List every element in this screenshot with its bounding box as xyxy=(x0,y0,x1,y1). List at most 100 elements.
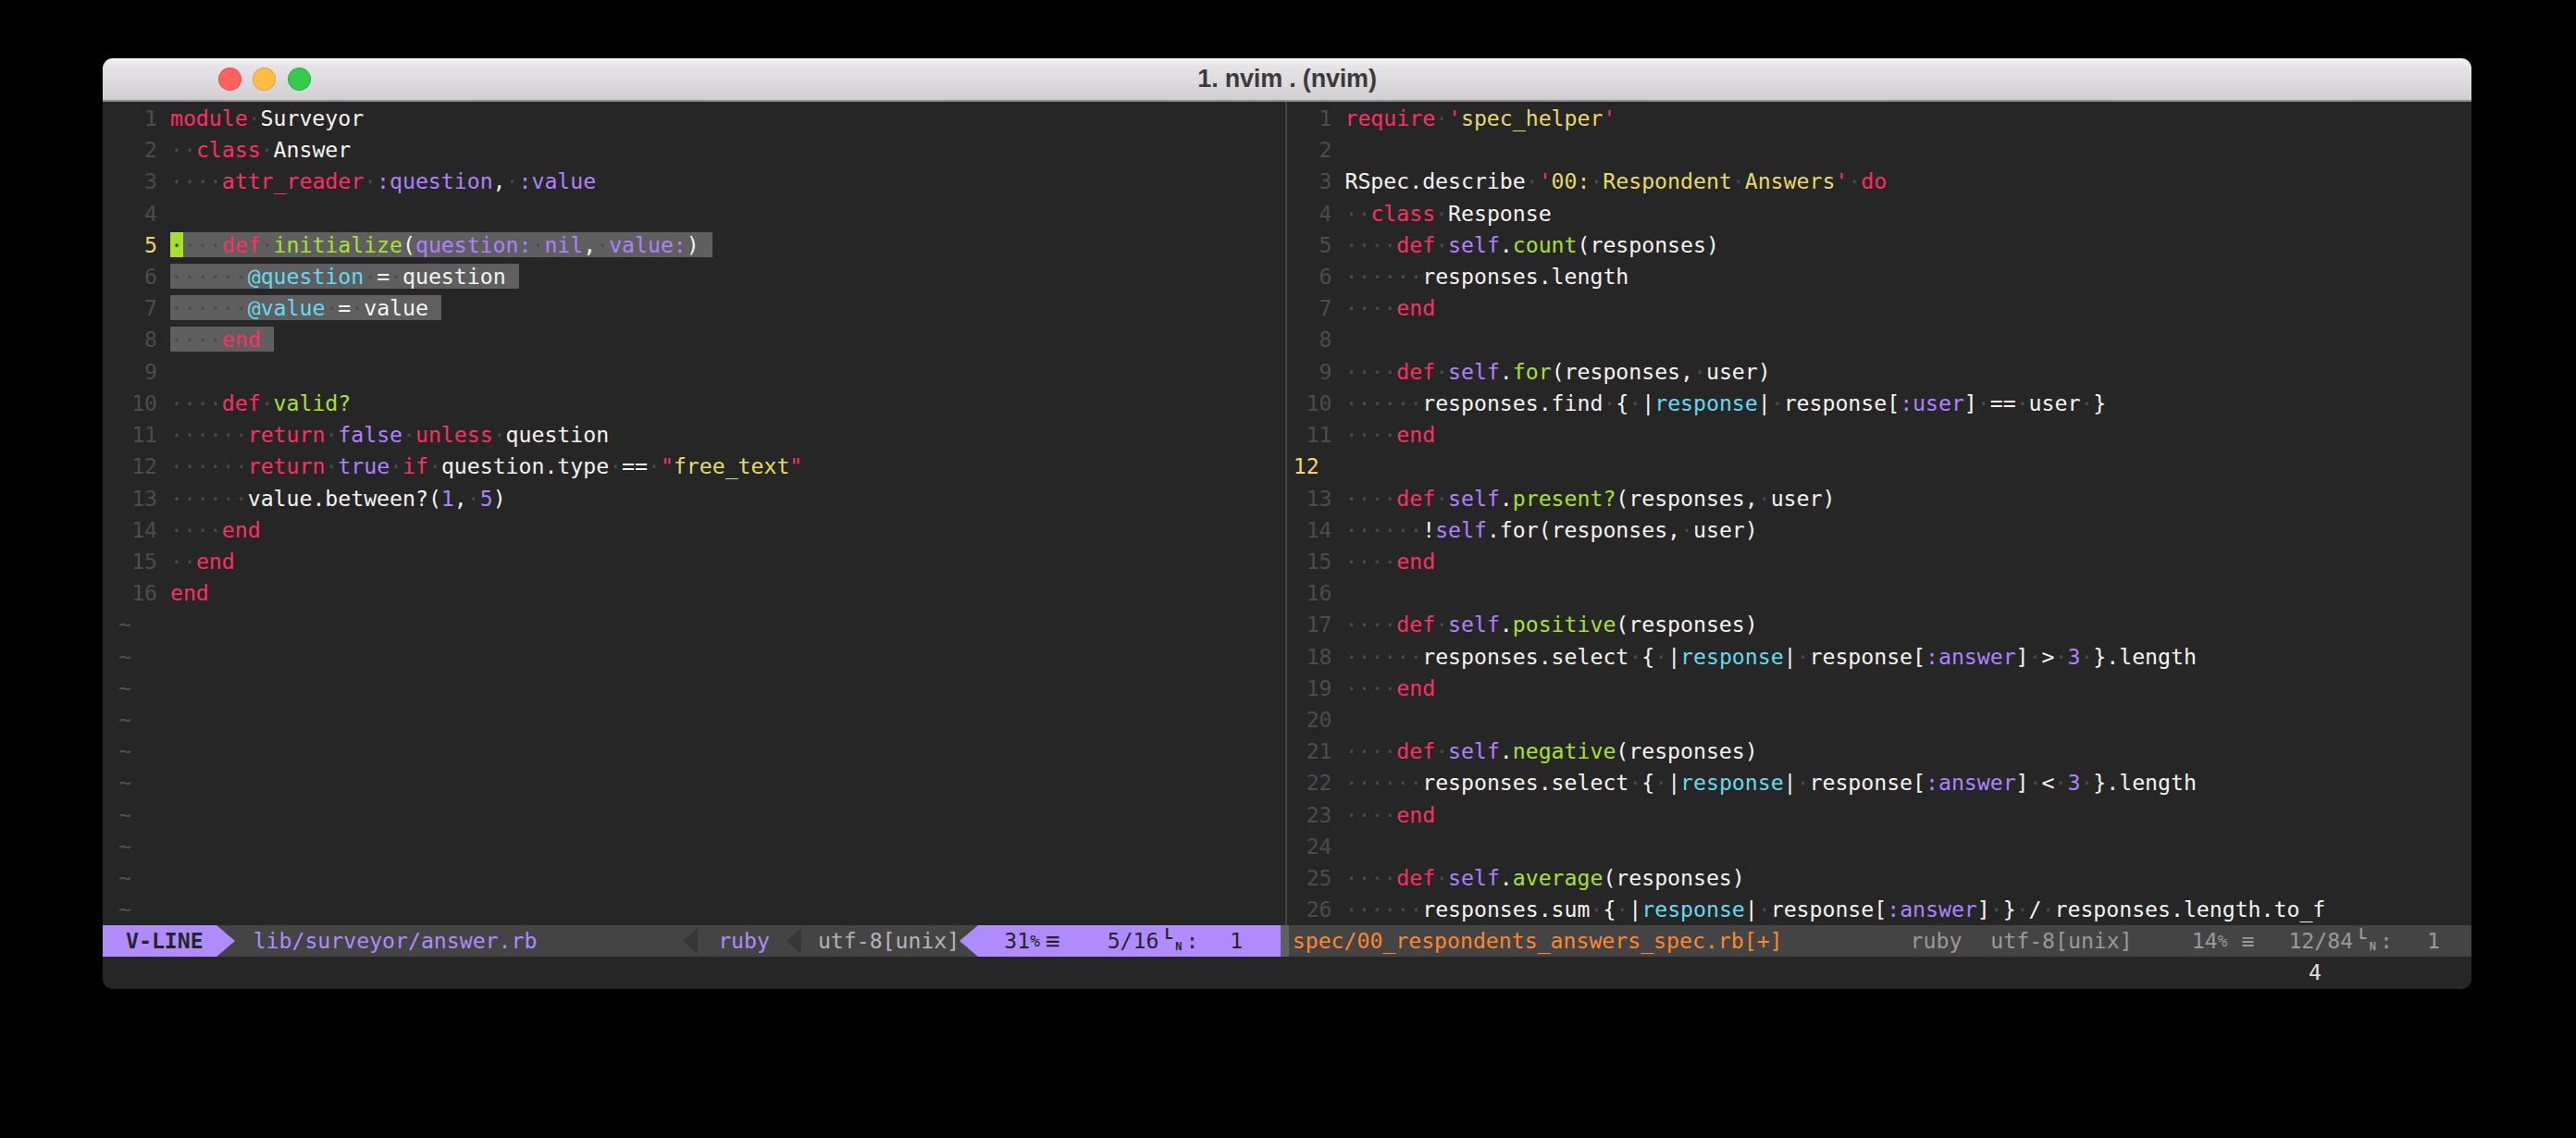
code-line: 5 ····def·initialize(question:·nil,·valu… xyxy=(118,229,712,261)
code-line: 8 xyxy=(1294,324,1345,355)
line-number: 23 xyxy=(1294,799,1345,831)
cursor: · xyxy=(170,232,183,257)
line-number: 12 xyxy=(118,451,170,482)
line-number: 11 xyxy=(1294,419,1345,451)
close-button[interactable] xyxy=(218,68,242,91)
code-line: 13 ······value.between?(1,·5) xyxy=(118,483,505,514)
line-number: 4 xyxy=(118,198,170,229)
statusline-filename-right: spec/00_respondents_answers_spec.rb[+] xyxy=(1293,925,1783,957)
code-line: 16 end xyxy=(118,577,209,609)
empty-buffer-line: ~ xyxy=(118,641,131,673)
column-number: 1 xyxy=(1230,925,1243,957)
line-number: 12 xyxy=(1294,451,1345,482)
line-number: 10 xyxy=(1294,388,1345,419)
command-line: 4 xyxy=(103,957,2471,988)
chevron-left-icon xyxy=(786,928,801,954)
menu-bars-icon: ≡ xyxy=(1046,925,1060,957)
line-number: 16 xyxy=(118,577,170,609)
statusline-filetype-left: ruby xyxy=(718,925,770,957)
empty-buffer-line: ~ xyxy=(118,767,131,798)
code-line: 18 ······responses.select·{·|response|·r… xyxy=(1294,641,2197,673)
code-line: 26 ······responses.sum·{·|response|·resp… xyxy=(1294,894,2326,925)
code-line: 15 ··end xyxy=(118,546,235,577)
empty-buffer-line: ~ xyxy=(118,673,131,704)
line-number: 14 xyxy=(118,514,170,546)
code-line: 21 ····def·self.negative(responses) xyxy=(1294,736,1758,767)
line-number: 15 xyxy=(118,546,170,577)
empty-buffer-line: ~ xyxy=(118,799,131,831)
line-number: 26 xyxy=(1294,894,1345,925)
code-line: 8 ····end xyxy=(118,324,273,355)
code-line: 10 ······responses.find·{·|response|·res… xyxy=(1294,388,2107,419)
code-line: 11 ····end xyxy=(1294,419,1435,451)
line-number-icon: LN xyxy=(2359,930,2374,952)
code-line: 3 RSpec.describe·'00:·Respondent·Answers… xyxy=(1294,166,1887,197)
line-number: 10 xyxy=(118,388,170,419)
statusline-right: spec/00_respondents_answers_spec.rb[+] r… xyxy=(1281,925,2471,957)
line-number: 16 xyxy=(1294,577,1345,609)
line-number: 24 xyxy=(1294,831,1345,862)
code-line: 10 ····def·valid? xyxy=(118,388,351,419)
window-separator[interactable] xyxy=(1285,102,1287,925)
line-number: 2 xyxy=(1294,134,1345,166)
empty-buffer-line: ~ xyxy=(118,831,131,862)
code-line: 23 ····end xyxy=(1294,799,1435,831)
line-number: 11 xyxy=(118,419,170,451)
powerline-arrow-icon xyxy=(960,925,978,957)
line-number: 9 xyxy=(1294,356,1345,388)
line-number: 4 xyxy=(1294,198,1345,229)
line-number: 8 xyxy=(118,324,170,355)
statusline-encoding-left: utf-8[unix] xyxy=(818,925,960,957)
code-line: 12 xyxy=(1294,451,1345,482)
code-line: 19 ····end xyxy=(1294,673,1435,704)
line-number: 3 xyxy=(1294,166,1345,197)
window-titlebar[interactable]: 1. nvim . (nvim) xyxy=(103,58,2471,102)
code-line: 11 ······return·false·unless·question xyxy=(118,419,609,451)
line-number: 3 xyxy=(118,166,170,197)
mode-indicator: V-LINE xyxy=(103,925,217,957)
line-number: 13 xyxy=(1294,483,1345,514)
line-number: 5 xyxy=(1294,229,1345,261)
line-number: 19 xyxy=(1294,673,1345,704)
line-number: 5 xyxy=(118,229,170,261)
empty-buffer-line: ~ xyxy=(118,894,131,925)
line-number: 25 xyxy=(1294,862,1345,894)
line-number: 18 xyxy=(1294,641,1345,673)
statusline-encoding-right: utf-8[unix] xyxy=(1990,925,2132,957)
line-number: 13 xyxy=(118,483,170,514)
line-position: 12/84 xyxy=(2288,925,2353,957)
line-number: 17 xyxy=(1294,609,1345,640)
percent-scrolled: 31 xyxy=(1004,925,1030,957)
code-line: 2 xyxy=(1294,134,1345,166)
code-line: 25 ····def·self.average(responses) xyxy=(1294,862,1745,894)
code-line: 4 ··class·Response xyxy=(1294,198,1552,229)
line-number: 1 xyxy=(1294,103,1345,134)
code-line: 6 ······@question·=·question xyxy=(118,261,518,292)
code-line: 9 xyxy=(118,356,170,388)
showcmd: 4 xyxy=(2309,957,2322,988)
line-number: 6 xyxy=(1294,261,1345,292)
chevron-left-icon xyxy=(683,928,698,954)
window-title: 1. nvim . (nvim) xyxy=(103,58,2471,100)
line-position: 5/16 xyxy=(1108,925,1159,957)
line-number: 8 xyxy=(1294,324,1345,355)
code-line: 16 xyxy=(1294,577,1345,609)
code-line: 15 ····end xyxy=(1294,546,1435,577)
code-line: 9 ····def·self.for(responses,·user) xyxy=(1294,356,1771,388)
code-line: 24 xyxy=(1294,831,1345,862)
empty-buffer-line: ~ xyxy=(118,609,131,640)
code-line: 14 ······!self.for(responses,·user) xyxy=(1294,514,1758,546)
empty-buffer-line: ~ xyxy=(118,862,131,894)
code-line: 1 module·Surveyor xyxy=(118,103,364,134)
statusline-filetype-right: ruby xyxy=(1911,925,1963,957)
minimize-button[interactable] xyxy=(253,68,276,91)
maximize-button[interactable] xyxy=(288,68,311,91)
line-number: 14 xyxy=(1294,514,1345,546)
code-line: 3 ····attr_reader·:question,·:value xyxy=(118,166,596,197)
statusline-left: V-LINE lib/surveyor/answer.rb ruby utf-8… xyxy=(103,925,1281,957)
empty-buffer-line: ~ xyxy=(118,704,131,736)
terminal-content[interactable]: 1 module·Surveyor 2 ··class·Answer 3 ···… xyxy=(103,102,2471,989)
code-line: 2 ··class·Answer xyxy=(118,134,351,166)
line-number: 6 xyxy=(118,261,170,292)
code-line: 7 ····end xyxy=(1294,292,1435,324)
